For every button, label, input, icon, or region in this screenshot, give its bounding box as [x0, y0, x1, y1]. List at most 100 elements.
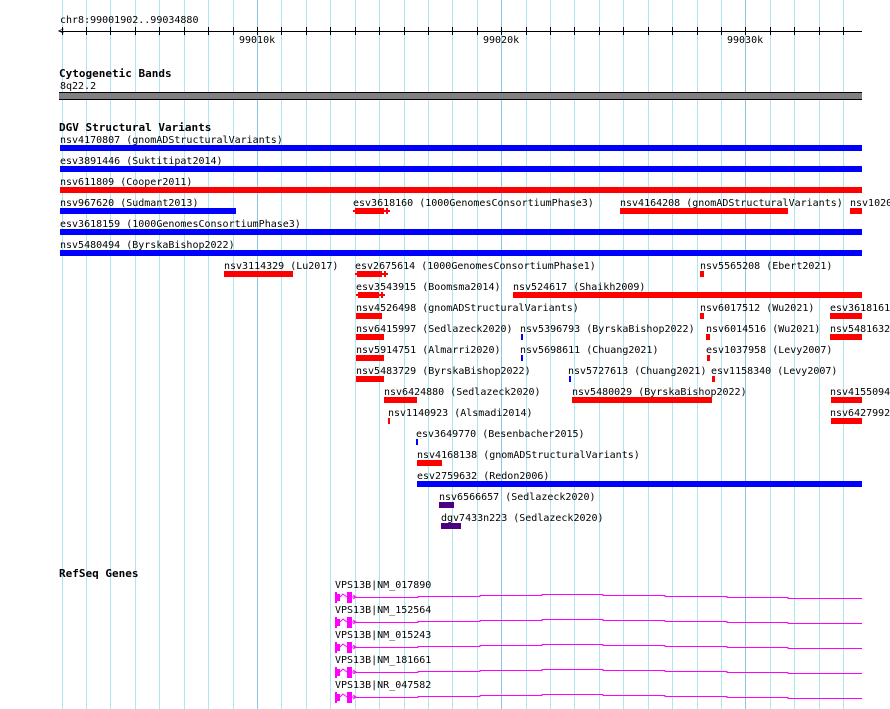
sv-bar[interactable]: [224, 271, 293, 277]
grid-line: [208, 0, 209, 709]
grid-line: [62, 0, 63, 709]
ruler-tick: [550, 27, 551, 35]
ruler-tick: [697, 27, 698, 35]
sv-bar[interactable]: [60, 250, 862, 256]
grid-line: [159, 0, 160, 709]
sv-bar[interactable]: [620, 208, 788, 214]
sv-label: esv1158340 (Levy2007): [711, 366, 838, 377]
ruler-tick: [62, 27, 63, 35]
gene-model[interactable]: [330, 666, 870, 680]
genome-browser-view[interactable]: chr8:99001902..99034880 < 99010k 99020k …: [0, 0, 890, 709]
sv-bar-core[interactable]: [355, 208, 384, 214]
sv-bar-cap: [384, 271, 386, 277]
sv-bar[interactable]: [60, 166, 862, 172]
sv-label: nsv5565208 (Ebert2021): [700, 261, 833, 272]
ruler-tick: [208, 27, 209, 35]
ruler-tick: [452, 27, 453, 35]
tick-label: 99020k: [483, 35, 520, 46]
sv-bar[interactable]: [60, 229, 862, 235]
sv-bar[interactable]: [831, 418, 862, 424]
sv-bar[interactable]: [384, 397, 417, 403]
grid-line: [184, 0, 185, 709]
sv-bar[interactable]: [521, 355, 523, 361]
dgv-track-title[interactable]: DGV Structural Variants: [59, 121, 211, 134]
ruler-tick: [672, 27, 673, 35]
sv-bar[interactable]: [356, 355, 384, 361]
ruler-tick: [379, 27, 380, 35]
ruler-tick: [428, 27, 429, 35]
ruler-tick: [623, 27, 624, 35]
sv-bar[interactable]: [417, 460, 442, 466]
sv-label: esv3618160 (1000GenomesConsortiumPhase3): [353, 198, 594, 209]
grid-line: [281, 0, 282, 709]
gene-model[interactable]: [330, 616, 870, 630]
ruler-tick: [721, 27, 722, 35]
ruler-tick: [355, 27, 356, 35]
sv-bar[interactable]: [439, 502, 454, 508]
sv-bar[interactable]: [356, 376, 384, 382]
tick-label: 99010k: [239, 35, 276, 46]
sv-bar[interactable]: [441, 523, 461, 529]
ruler-tick: [819, 27, 820, 35]
ruler-tick: [159, 27, 160, 35]
sv-label: nsv1140923 (Alsmadi2014): [388, 408, 533, 419]
sv-bar[interactable]: [712, 376, 715, 382]
gene-label: VPS13B|NR_047582: [335, 680, 432, 691]
ruler-tick: [599, 27, 600, 35]
sv-bar[interactable]: [569, 376, 571, 382]
sv-bar-cap: [381, 292, 383, 298]
ruler-tick: [330, 27, 331, 35]
gene-label: VPS13B|NM_181661: [335, 655, 432, 666]
ruler-axis[interactable]: [60, 31, 862, 32]
sv-label: nsv5727613 (Chuang2021): [568, 366, 707, 377]
ruler-tick: [281, 27, 282, 35]
ruler-tick: [257, 27, 258, 35]
sv-bar[interactable]: [60, 208, 236, 214]
grid-line: [135, 0, 136, 709]
sv-bar[interactable]: [830, 334, 862, 340]
cytoband-label: 8q22.2: [60, 81, 97, 92]
refseq-track-title[interactable]: RefSeq Genes: [59, 567, 138, 580]
gene-label: VPS13B|NM_015243: [335, 630, 432, 641]
ruler-tick: [233, 27, 234, 35]
cytoband-bar[interactable]: [59, 92, 862, 100]
sv-bar-core[interactable]: [357, 271, 382, 277]
ruler-tick: [770, 27, 771, 35]
sv-bar[interactable]: [706, 334, 710, 340]
ruler-tick: [86, 27, 87, 35]
sv-bar[interactable]: [388, 418, 390, 424]
cytoband-track-title[interactable]: Cytogenetic Bands: [59, 67, 172, 80]
sv-bar[interactable]: [417, 481, 862, 487]
sv-label: nsv6017512 (Wu2021): [700, 303, 815, 314]
sv-bar[interactable]: [60, 187, 862, 193]
sv-bar[interactable]: [700, 313, 704, 319]
ruler-tick: [501, 27, 502, 35]
sv-bar[interactable]: [572, 397, 712, 403]
sv-bar[interactable]: [521, 334, 523, 340]
gene-model[interactable]: [330, 641, 870, 655]
ruler-tick: [794, 27, 795, 35]
gene-model[interactable]: [330, 591, 870, 605]
sv-bar[interactable]: [850, 208, 862, 214]
ruler-tick: [574, 27, 575, 35]
sv-bar[interactable]: [356, 334, 384, 340]
sv-bar[interactable]: [60, 145, 862, 151]
sv-bar[interactable]: [356, 313, 382, 319]
gene-model[interactable]: [330, 691, 870, 705]
ruler-tick: [526, 27, 527, 35]
grid-line: [233, 0, 234, 709]
sv-bar[interactable]: [830, 313, 862, 319]
sv-label: nsv4168138 (gnomADStructuralVariants): [417, 450, 640, 461]
sv-bar[interactable]: [416, 439, 418, 445]
grid-line: [86, 0, 87, 709]
sv-bar[interactable]: [707, 355, 710, 361]
grid-line: [110, 0, 111, 709]
sv-bar[interactable]: [700, 271, 704, 277]
ruler-tick: [648, 27, 649, 35]
ruler-tick: [306, 27, 307, 35]
sv-label: esv3649770 (Besenbacher2015): [416, 429, 585, 440]
sv-bar-core[interactable]: [358, 292, 379, 298]
sv-bar[interactable]: [831, 397, 862, 403]
gene-label: VPS13B|NM_152564: [335, 605, 432, 616]
sv-bar[interactable]: [513, 292, 862, 298]
